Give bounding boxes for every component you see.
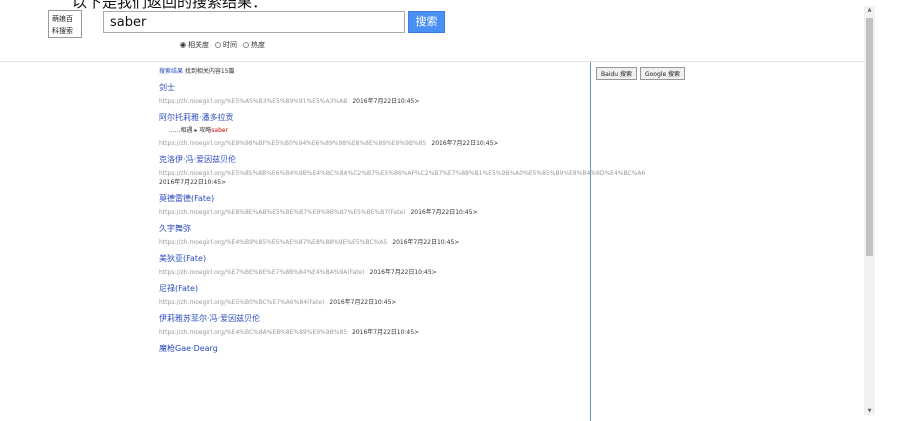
summary-count: 找到相关内容15篇 [183, 68, 235, 75]
result-snippet: ......相遇 ▸ 攻略saber [169, 127, 229, 134]
scroll-thumb[interactable] [866, 18, 873, 256]
result-date: 2016年7月22日10:45> [392, 239, 460, 246]
result-meta: https://zh.moegirl.org/%E7%BE%8E%E7%8B%8… [159, 268, 917, 277]
search-button[interactable]: 搜索 [408, 11, 445, 33]
result-meta: https://zh.moegirl.org/%E4%B9%85%E5%AE%8… [159, 238, 917, 247]
scroll-down-arrow-icon[interactable]: ▼ [864, 408, 875, 414]
result-url[interactable]: https://zh.moegirl.org/%E9%98%BF%E5%B0%9… [159, 140, 426, 147]
result-item: 久宇舞弥 https://zh.moegirl.org/%E4%B9%85%E5… [159, 223, 917, 247]
result-date: 2016年7月22日10:45> [431, 140, 499, 147]
vertical-scrollbar[interactable]: ▲ ▼ [864, 6, 875, 415]
result-title[interactable]: 剑士 [159, 82, 917, 93]
sort-option-relevance[interactable]: 相关度 [180, 40, 209, 50]
logo-line-2: 科搜索 [52, 27, 73, 35]
radio-icon[interactable] [180, 42, 186, 48]
result-title[interactable]: 尼禄(Fate) [159, 283, 917, 294]
site-logo[interactable]: 萌娘百 科搜索 [48, 10, 82, 38]
result-title[interactable]: 伊莉雅苏菲尔·冯·爱因兹贝伦 [159, 313, 917, 324]
sort-option-time[interactable]: 时间 [215, 40, 237, 50]
result-meta: https://zh.moegirl.org/%E9%98%BF%E5%B0%9… [159, 139, 917, 148]
result-item: 阿尔托莉雅·潘多拉贡 ......相遇 ▸ 攻略saber https://zh… [159, 112, 917, 148]
result-date: 2016年7月22日10:45> [369, 269, 437, 276]
result-date: 2016年7月22日10:45> [159, 179, 227, 186]
result-item: 魔枪Gae·Dearg [159, 343, 917, 354]
summary-label: 搜索结果 [159, 68, 184, 75]
result-item: 克洛伊·冯·爱因兹贝伦 https://zh.moegirl.org/%E5%8… [159, 154, 917, 187]
result-url[interactable]: https://zh.moegirl.org/%E4%B9%85%E5%AE%8… [159, 239, 387, 246]
result-meta: https://zh.moegirl.org/%E4%BC%8A%E8%8E%8… [159, 328, 917, 337]
result-item: 美狄亚(Fate) https://zh.moegirl.org/%E7%BE%… [159, 253, 917, 277]
sort-option-hot[interactable]: 热度 [243, 40, 265, 50]
result-title[interactable]: 久宇舞弥 [159, 223, 917, 234]
result-url[interactable]: https://zh.moegirl.org/%E5%B0%BC%E7%A6%8… [159, 299, 324, 306]
result-title[interactable]: 阿尔托莉雅·潘多拉贡 [159, 112, 917, 123]
result-url[interactable]: https://zh.moegirl.org/%E5%85%8B%E6%B4%9… [159, 169, 917, 178]
results-list: 搜索结果 找到相关内容15篇 剑士 https://zh.moegirl.org… [159, 66, 917, 354]
result-date: 2016年7月22日10:45> [352, 98, 420, 105]
result-meta: https://zh.moegirl.org/%E5%B0%BC%E7%A6%8… [159, 298, 917, 307]
result-url[interactable]: https://zh.moegirl.org/%E8%8E%AB%E5%BE%B… [159, 209, 405, 216]
result-title[interactable]: 莫德雷德(Fate) [159, 193, 917, 204]
result-date: 2016年7月22日10:45> [329, 299, 397, 306]
header-divider [0, 61, 866, 62]
result-title[interactable]: 魔枪Gae·Dearg [159, 343, 917, 354]
result-item: 莫德雷德(Fate) https://zh.moegirl.org/%E8%8E… [159, 193, 917, 217]
snippet-highlight: saber [211, 127, 229, 134]
sort-options: 相关度 时间 热度 [180, 40, 265, 50]
result-title[interactable]: 美狄亚(Fate) [159, 253, 917, 264]
scroll-up-arrow-icon[interactable]: ▲ [864, 7, 875, 13]
result-url[interactable]: https://zh.moegirl.org/%E5%A5%B3%E5%89%9… [159, 98, 347, 105]
result-title[interactable]: 克洛伊·冯·爱因兹贝伦 [159, 154, 917, 165]
radio-icon[interactable] [215, 42, 221, 48]
result-meta: https://zh.moegirl.org/%E5%A5%B3%E5%89%9… [159, 97, 917, 106]
results-summary: 搜索结果 找到相关内容15篇 [159, 66, 917, 76]
result-meta: https://zh.moegirl.org/%E8%8E%AB%E5%BE%B… [159, 208, 917, 217]
result-item: 剑士 https://zh.moegirl.org/%E5%A5%B3%E5%8… [159, 82, 917, 106]
result-url[interactable]: https://zh.moegirl.org/%E7%BE%8E%E7%8B%8… [159, 269, 365, 276]
radio-icon[interactable] [243, 42, 249, 48]
result-item: 伊莉雅苏菲尔·冯·爱因兹贝伦 https://zh.moegirl.org/%E… [159, 313, 917, 337]
result-item: 尼禄(Fate) https://zh.moegirl.org/%E5%B0%B… [159, 283, 917, 307]
result-date: 2016年7月22日10:45> [352, 329, 420, 336]
result-date: 2016年7月22日10:45> [410, 209, 478, 216]
logo-line-1: 萌娘百 [52, 15, 73, 23]
result-url[interactable]: https://zh.moegirl.org/%E4%BC%8A%E8%8E%8… [159, 329, 347, 336]
search-input[interactable] [103, 11, 405, 33]
